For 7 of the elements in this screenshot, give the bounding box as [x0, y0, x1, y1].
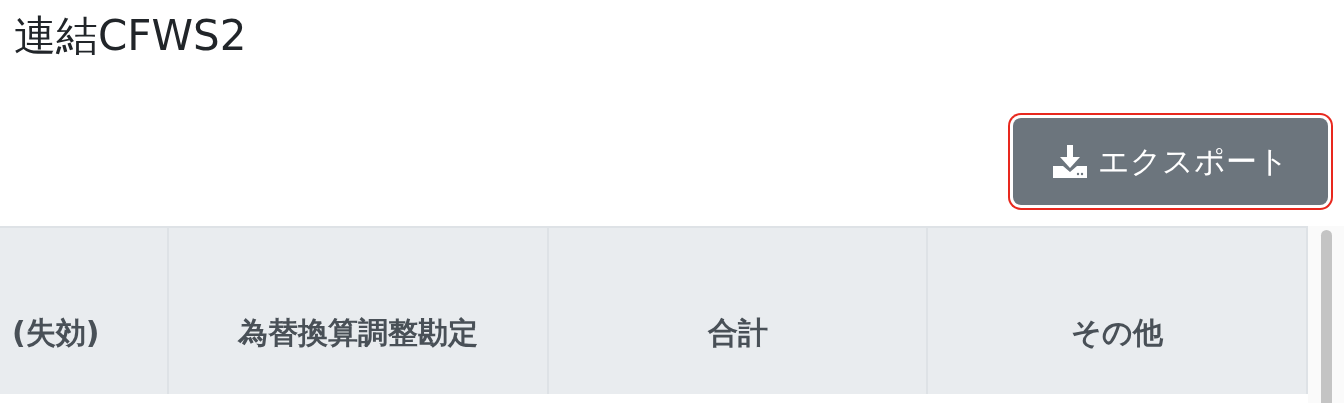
download-icon [1052, 143, 1088, 180]
scrollbar[interactable] [1320, 230, 1332, 403]
column-header: その他 [928, 228, 1308, 394]
column-header: 合計 [549, 228, 928, 394]
page-title: 連結CFWS2 [14, 10, 248, 62]
column-header: (失効) [0, 228, 169, 394]
column-header: 為替換算調整勘定 [169, 228, 549, 394]
